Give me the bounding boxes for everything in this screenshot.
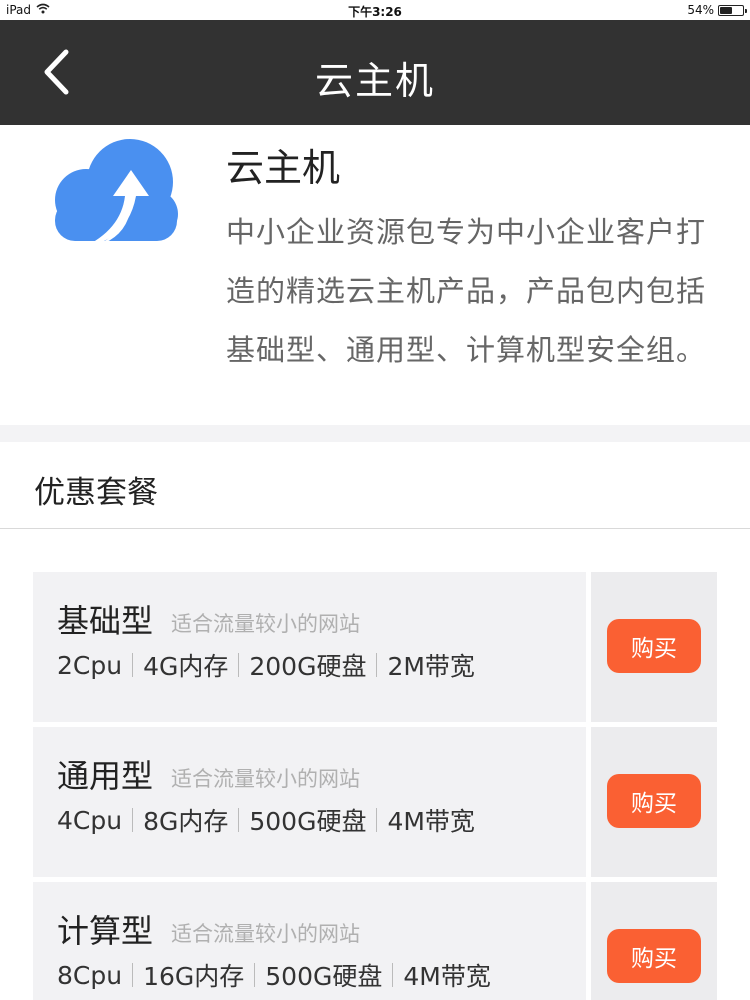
spec-separator [392, 963, 394, 987]
spec-separator [132, 808, 134, 832]
spec-disk: 500G硬盘 [265, 962, 383, 991]
status-right: 54% [687, 3, 747, 17]
spec-bandwidth: 2M带宽 [387, 652, 475, 681]
plan-card-basic: 基础型 适合流量较小的网站 2Cpu 4G内存 200G硬盘 2M带宽 购买 [33, 572, 717, 722]
battery-icon [718, 4, 747, 16]
buy-button-basic[interactable]: 购买 [607, 619, 701, 673]
plan-info: 计算型 适合流量较小的网站 8Cpu 16G内存 500G硬盘 4M带宽 [33, 882, 586, 1000]
spec-separator [254, 963, 256, 987]
spec-memory: 16G内存 [143, 962, 245, 991]
spec-separator [238, 653, 240, 677]
spec-bandwidth: 4M带宽 [403, 962, 491, 991]
spec-separator [376, 808, 378, 832]
buy-button-compute[interactable]: 购买 [607, 929, 701, 983]
plan-info: 基础型 适合流量较小的网站 2Cpu 4G内存 200G硬盘 2M带宽 [33, 572, 586, 722]
product-name: 云主机 [226, 146, 341, 190]
product-description: 中小企业资源包专为中小企业客户打造的精选云主机产品，产品包内包括基础型、通用型、… [226, 215, 707, 367]
buy-button-general[interactable]: 购买 [607, 774, 701, 828]
plan-action: 购买 [591, 572, 717, 722]
spec-disk: 200G硬盘 [249, 652, 367, 681]
section-underline [0, 528, 750, 529]
status-bar: iPad 下午3:26 54% [0, 0, 750, 20]
section-title: 优惠套餐 [34, 475, 158, 511]
spec-cpu: 4Cpu [57, 805, 123, 835]
section-divider [0, 425, 750, 442]
plan-specs: 2Cpu 4G内存 200G硬盘 2M带宽 [57, 647, 475, 683]
plan-info: 通用型 适合流量较小的网站 4Cpu 8G内存 500G硬盘 4M带宽 [33, 727, 586, 877]
product-intro: 云主机 中小企业资源包专为中小企业客户打造的精选云主机产品，产品包内包括基础型、… [0, 125, 750, 425]
spec-cpu: 8Cpu [57, 960, 123, 990]
plan-tag: 适合流量较小的网站 [171, 767, 360, 791]
cloud-upload-icon [46, 130, 181, 260]
plan-list: 基础型 适合流量较小的网站 2Cpu 4G内存 200G硬盘 2M带宽 购买 通… [33, 572, 717, 1000]
spec-memory: 4G内存 [143, 652, 229, 681]
nav-bar: 云主机 [0, 20, 750, 125]
plan-action: 购买 [591, 882, 717, 1000]
plan-card-compute: 计算型 适合流量较小的网站 8Cpu 16G内存 500G硬盘 4M带宽 购买 [33, 882, 717, 1000]
spec-separator [132, 653, 134, 677]
plan-name: 通用型 [57, 757, 154, 795]
spec-memory: 8G内存 [143, 807, 229, 836]
spec-separator [132, 963, 134, 987]
page-title: 云主机 [314, 59, 435, 103]
plan-name: 基础型 [57, 602, 154, 640]
spec-disk: 500G硬盘 [249, 807, 367, 836]
plan-tag: 适合流量较小的网站 [171, 612, 360, 636]
plan-name: 计算型 [57, 912, 154, 950]
plan-specs: 4Cpu 8G内存 500G硬盘 4M带宽 [57, 802, 475, 838]
plan-specs: 8Cpu 16G内存 500G硬盘 4M带宽 [57, 957, 491, 993]
spec-bandwidth: 4M带宽 [387, 807, 475, 836]
spec-cpu: 2Cpu [57, 650, 123, 680]
battery-percent: 54% [687, 3, 714, 17]
status-time: 下午3:26 [348, 5, 402, 19]
plan-tag: 适合流量较小的网站 [171, 922, 360, 946]
plan-action: 购买 [591, 727, 717, 877]
spec-separator [376, 653, 378, 677]
plan-card-general: 通用型 适合流量较小的网站 4Cpu 8G内存 500G硬盘 4M带宽 购买 [33, 727, 717, 877]
spec-separator [238, 808, 240, 832]
